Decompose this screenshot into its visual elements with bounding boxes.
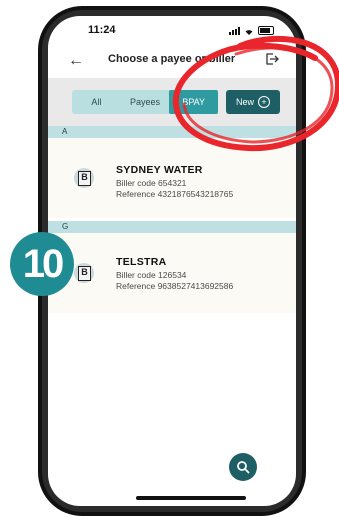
step-badge: 10: [10, 232, 74, 296]
search-icon: [237, 461, 250, 474]
back-arrow-icon[interactable]: ←: [68, 52, 84, 70]
segment-control: All Payees BPAY: [72, 90, 219, 114]
biller-name: SYDNEY WATER: [116, 164, 203, 176]
biller-name: TELSTRA: [116, 256, 167, 268]
status-bar: 11:24: [48, 16, 296, 46]
tab-all[interactable]: All: [72, 90, 121, 114]
status-icons: [229, 26, 274, 35]
biller-card-telstra[interactable]: B TELSTRA Biller code 126534 Reference 9…: [48, 233, 296, 313]
filter-bar: All Payees BPAY New +: [48, 78, 296, 126]
bpay-logo-icon: B: [74, 168, 94, 188]
biller-reference: Reference 4321876543218765: [116, 189, 234, 199]
search-button[interactable]: [229, 453, 257, 481]
section-letter: A: [62, 127, 68, 136]
section-letter: G: [62, 222, 69, 231]
exit-icon[interactable]: [264, 51, 280, 67]
status-time: 11:24: [88, 24, 116, 36]
wifi-icon: [245, 29, 253, 35]
biller-code: Biller code 654321: [116, 178, 187, 188]
new-button-label: New: [235, 97, 254, 107]
plus-circle-icon: +: [258, 96, 270, 108]
bpay-logo-icon: B: [74, 263, 94, 283]
biller-code: Biller code 126534: [116, 270, 187, 280]
cellular-signal-icon: [229, 26, 240, 35]
tab-bpay[interactable]: BPAY: [169, 90, 219, 114]
tab-payees[interactable]: Payees: [121, 90, 170, 114]
new-button[interactable]: New +: [226, 90, 280, 114]
battery-icon: [258, 26, 274, 35]
home-indicator: [136, 496, 246, 500]
biller-reference: Reference 9638527413692586: [116, 281, 234, 291]
section-header-a: A: [48, 126, 296, 138]
header: ← Choose a payee or biller: [48, 48, 296, 74]
section-header-g: G: [48, 221, 296, 233]
biller-card-sydney-water[interactable]: B SYDNEY WATER Biller code 654321 Refere…: [48, 138, 296, 218]
app-screen: 11:24 ← Choose a payee or biller All Pay…: [48, 16, 296, 506]
page-title: Choose a payee or biller: [108, 53, 236, 65]
